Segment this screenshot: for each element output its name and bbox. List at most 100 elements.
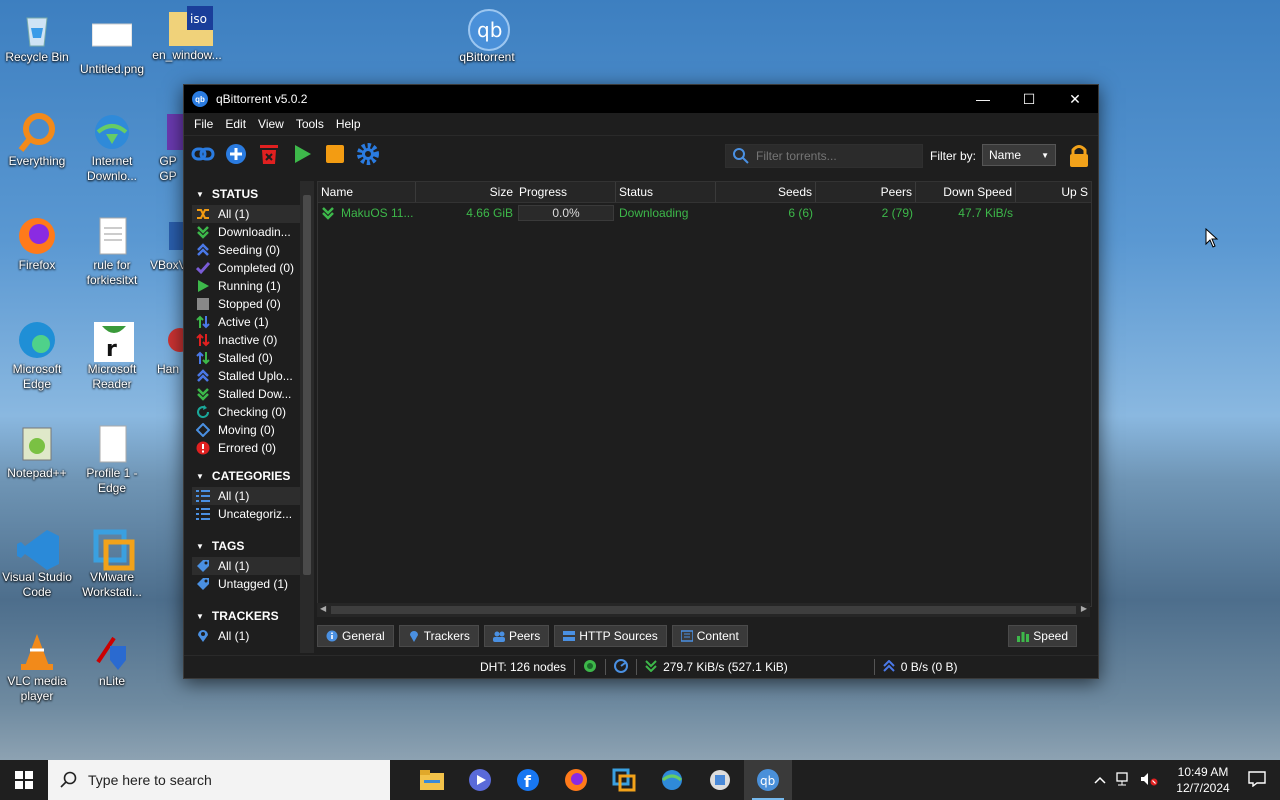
category-item-uncategorized[interactable]: Uncategoriz... [192,505,300,523]
desktop-icon-edge[interactable]: Microsoft Edge [0,320,74,392]
status-item-completed[interactable]: Completed (0) [192,259,300,277]
status-section-header[interactable]: ▼ STATUS [192,183,300,205]
tab-http-sources[interactable]: HTTP Sources [554,625,667,647]
tag-item-untagged[interactable]: Untagged (1) [192,575,300,593]
column-header-size[interactable]: Size [416,182,516,202]
menu-file[interactable]: File [188,117,219,131]
column-header-progress[interactable]: Progress [516,182,616,202]
status-item-moving[interactable]: Moving (0) [192,421,300,439]
start-button[interactable] [0,760,48,800]
filter-torrents-input[interactable] [754,148,918,164]
trackers-section-header[interactable]: ▼ TRACKERS [192,605,300,627]
status-item-stalled-downloading[interactable]: Stalled Dow... [192,385,300,403]
taskbar-qbittorrent[interactable]: qb [744,760,792,800]
add-torrent-link-button[interactable] [190,141,216,167]
desktop-icon-reader[interactable]: r Microsoft Reader [75,320,149,392]
tab-general[interactable]: General [317,625,394,647]
taskbar-firefox[interactable] [552,760,600,800]
tab-trackers[interactable]: Trackers [398,625,479,647]
column-header-name[interactable]: Name [318,182,416,202]
menu-view[interactable]: View [252,117,290,131]
sidebar-scrollbar[interactable] [300,181,314,653]
torrent-list-hscrollbar[interactable]: ◀ ▶ [317,603,1090,617]
desktop-icon-vmware[interactable]: VMware Workstati... [75,528,149,600]
desktop-icon-profile-edge[interactable]: Profile 1 - Edge [75,424,149,496]
options-button[interactable] [355,141,381,167]
filter-torrents-box[interactable] [725,144,923,168]
connection-status-icon[interactable] [583,659,597,676]
desktop-icon-firefox[interactable]: Firefox [0,216,74,273]
close-button[interactable]: ✕ [1052,85,1098,113]
desktop-icon-text-file[interactable]: rule for forkiesitxt [75,216,149,288]
column-header-status[interactable]: Status [616,182,716,202]
column-header-seeds[interactable]: Seeds [716,182,816,202]
scroll-left-icon[interactable]: ◀ [320,604,326,613]
desktop-icon-idm[interactable]: Internet Downlo... [75,112,149,184]
start-torrent-button[interactable] [289,141,315,167]
minimize-button[interactable]: — [960,85,1006,113]
tag-item-all[interactable]: All (1) [192,557,300,575]
tab-speed[interactable]: Speed [1008,625,1077,647]
clock[interactable]: 10:49 AM 12/7/2024 [1166,764,1240,796]
status-item-errored[interactable]: Errored (0) [192,439,300,457]
download-speed-total[interactable]: 279.7 KiB/s (527.1 KiB) [663,660,788,674]
filter-by-select[interactable]: Name ▼ [982,144,1056,166]
stop-torrent-button[interactable] [322,141,348,167]
status-item-active[interactable]: Active (1) [192,313,300,331]
status-item-stalled[interactable]: Stalled (0) [192,349,300,367]
maximize-button[interactable]: ☐ [1006,85,1052,113]
taskbar-idm[interactable] [648,760,696,800]
status-item-inactive[interactable]: Inactive (0) [192,331,300,349]
add-torrent-file-button[interactable] [223,141,249,167]
column-header-down-speed[interactable]: Down Speed [916,182,1016,202]
column-header-up-speed[interactable]: Up S [1016,182,1091,202]
status-item-stopped[interactable]: Stopped (0) [192,295,300,313]
status-item-stalled-uploading[interactable]: Stalled Uplo... [192,367,300,385]
desktop-icon-han[interactable]: Han [150,320,186,377]
column-header-peers[interactable]: Peers [816,182,916,202]
menu-tools[interactable]: Tools [290,117,330,131]
desktop-icon-gp[interactable]: GP GP [150,112,186,184]
volume-muted-icon[interactable] [1140,772,1158,789]
hscrollbar-thumb[interactable] [331,606,1076,614]
desktop-icon-everything[interactable]: Everything [0,112,74,169]
tab-peers[interactable]: Peers [483,625,550,647]
delete-torrent-button[interactable] [256,141,282,167]
desktop-icon-vbox[interactable]: VBoxV [150,216,186,273]
status-item-all[interactable]: All (1) [192,205,300,223]
lock-ui-button[interactable] [1068,143,1090,172]
taskbar-app[interactable] [696,760,744,800]
categories-section-header[interactable]: ▼ CATEGORIES [192,465,300,487]
desktop-icon-nlite[interactable]: nLite [75,632,149,689]
taskbar-vmware[interactable] [600,760,648,800]
desktop-icon-recycle-bin[interactable]: Recycle Bin [0,8,74,65]
menu-edit[interactable]: Edit [219,117,252,131]
torrent-row[interactable]: MakuOS 11... 4.66 GiB 0.0% Downloading 6… [318,203,1091,223]
tags-section-header[interactable]: ▼ TAGS [192,535,300,557]
tracker-item-all[interactable]: All (1) [192,627,300,645]
menu-help[interactable]: Help [330,117,367,131]
desktop-icon-qbittorrent[interactable]: qb qBittorrent [450,8,524,65]
status-item-running[interactable]: Running (1) [192,277,300,295]
sidebar-scrollbar-thumb[interactable] [303,195,311,575]
taskbar-facebook[interactable]: f [504,760,552,800]
taskbar-search-box[interactable]: Type here to search [48,760,390,800]
network-icon[interactable] [1116,771,1132,789]
tab-content[interactable]: Content [671,625,748,647]
status-item-downloading[interactable]: Downloadin... [192,223,300,241]
desktop-icon-iso[interactable]: iso en_window... [150,6,224,63]
desktop-icon-untitled-png[interactable]: Untitled.png [75,20,149,77]
desktop-icon-notepadpp[interactable]: Notepad++ [0,424,74,481]
taskbar-file-explorer[interactable] [408,760,456,800]
alt-speed-icon[interactable] [614,658,629,676]
category-item-all[interactable]: All (1) [192,487,300,505]
status-item-seeding[interactable]: Seeding (0) [192,241,300,259]
desktop-icon-vscode[interactable]: Visual Studio Code [0,528,74,600]
scroll-right-icon[interactable]: ▶ [1081,604,1087,613]
title-bar[interactable]: qb qBittorrent v5.0.2 — ☐ ✕ [184,85,1098,113]
chevron-up-icon[interactable] [1094,773,1106,787]
notifications-icon[interactable] [1248,770,1266,790]
status-item-checking[interactable]: Checking (0) [192,403,300,421]
desktop-icon-vlc[interactable]: VLC media player [0,632,74,704]
taskbar-media-app[interactable] [456,760,504,800]
